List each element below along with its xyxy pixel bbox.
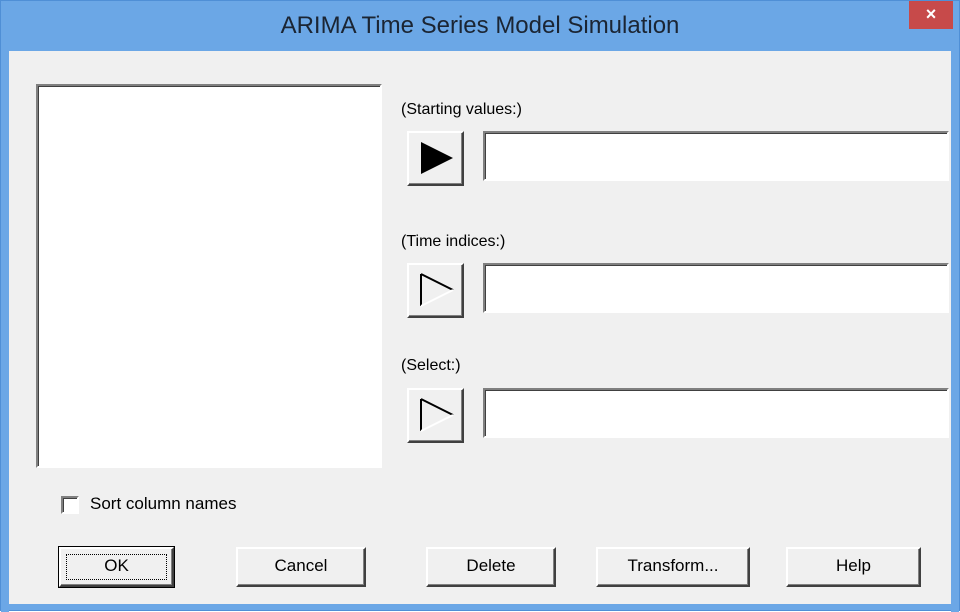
transform-label: Transform... — [627, 556, 719, 575]
delete-label: Delete — [466, 556, 516, 575]
play-arrow-outline-icon — [420, 273, 454, 307]
starting-values-field[interactable] — [483, 131, 949, 181]
close-button[interactable]: × — [909, 1, 953, 29]
play-arrow-icon — [421, 142, 453, 174]
cancel-button[interactable]: Cancel — [236, 547, 366, 587]
select-field[interactable] — [483, 388, 949, 438]
window-frame-left — [1, 51, 9, 612]
dialog-body: (Starting values:) (Time indices:) (Sele… — [9, 51, 951, 604]
cancel-label: Cancel — [274, 556, 328, 575]
select-label: (Select:) — [401, 357, 461, 374]
sort-column-names-label: Sort column names — [90, 494, 237, 513]
help-label: Help — [836, 556, 871, 575]
column-list[interactable] — [36, 84, 382, 468]
time-indices-arrow-button[interactable] — [407, 263, 464, 318]
play-arrow-outline-icon — [420, 398, 454, 432]
sort-column-names-checkbox[interactable] — [61, 496, 79, 514]
focus-rect — [66, 554, 167, 580]
ok-button[interactable]: OK — [58, 546, 175, 588]
window-title: ARIMA Time Series Model Simulation — [280, 12, 680, 39]
help-button[interactable]: Help — [786, 547, 921, 587]
delete-button[interactable]: Delete — [426, 547, 556, 587]
title-bar[interactable]: ARIMA Time Series Model Simulation × — [1, 1, 959, 51]
close-icon: × — [925, 4, 937, 24]
time-indices-field[interactable] — [483, 263, 949, 313]
select-arrow-button[interactable] — [407, 388, 464, 443]
starting-values-label: (Starting values:) — [401, 101, 522, 118]
window-frame-right — [951, 51, 959, 612]
starting-values-arrow-button[interactable] — [407, 131, 464, 186]
transform-button[interactable]: Transform... — [596, 547, 750, 587]
dialog-window: ARIMA Time Series Model Simulation × (St… — [0, 0, 960, 612]
time-indices-label: (Time indices:) — [401, 233, 506, 250]
